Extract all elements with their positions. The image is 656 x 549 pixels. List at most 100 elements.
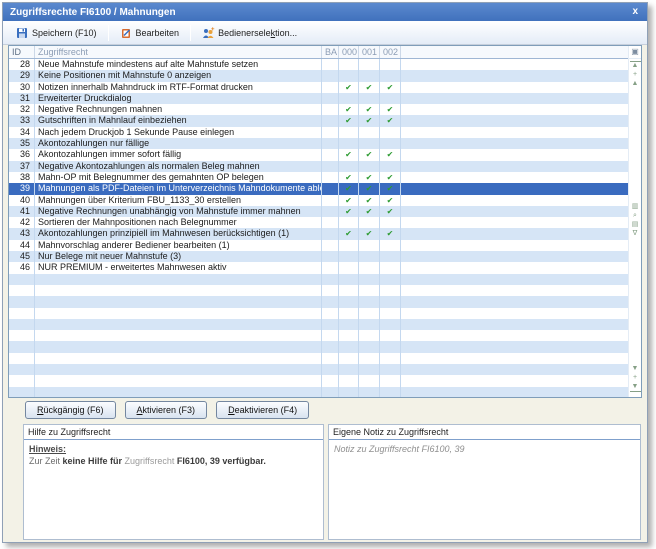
edit-button[interactable]: Bearbeiten <box>112 24 188 42</box>
check-cell-002 <box>380 330 401 341</box>
table-row[interactable]: 28Neue Mahnstufe mindestens auf alte Mah… <box>9 59 628 70</box>
save-button-label: Speichern (F10) <box>32 28 97 38</box>
table-row-empty[interactable] <box>9 375 628 386</box>
column-header-id[interactable]: ID <box>9 46 35 58</box>
check-cell-001 <box>359 353 380 364</box>
goto-current-row-icon[interactable]: + <box>630 374 641 382</box>
table-row[interactable]: 30Notizen innerhalb Mahndruck im RTF-For… <box>9 82 628 93</box>
note-input[interactable]: Notiz zu Zugriffsrecht FI6100, 39 <box>329 440 640 539</box>
table-row[interactable]: 42Sortieren der Mahnpositionen nach Bele… <box>9 217 628 228</box>
column-header-right[interactable]: Zugriffsrecht <box>35 46 322 58</box>
note-panel: Eigene Notiz zu Zugriffsrecht Notiz zu Z… <box>328 424 641 540</box>
save-button[interactable]: Speichern (F10) <box>8 24 105 42</box>
table-row-empty[interactable] <box>9 341 628 352</box>
check-cell-000: ✔ <box>339 172 359 183</box>
column-header-001[interactable]: 001 <box>359 46 380 58</box>
rights-table-header: ID Zugriffsrecht BA 000 001 002 <box>9 46 628 59</box>
row-label <box>35 353 322 364</box>
row-filler <box>401 70 628 81</box>
table-row[interactable]: 46NUR PREMIUM - erweitertes Mahnwesen ak… <box>9 262 628 273</box>
toolbar-separator <box>190 25 191 41</box>
table-row-empty[interactable] <box>9 364 628 375</box>
table-row-empty[interactable] <box>9 353 628 364</box>
check-cell-000: ✔ <box>339 115 359 126</box>
activate-button[interactable]: Aktivieren (F3) <box>125 401 208 419</box>
goto-current-row-icon[interactable]: + <box>630 71 641 79</box>
table-row[interactable]: 34Nach jedem Druckjob 1 Sekunde Pause ei… <box>9 127 628 138</box>
table-row[interactable]: 38Mahn-OP mit Belegnummer des gemahnten … <box>9 172 628 183</box>
table-row[interactable]: 43Akontozahlungen prinzipiell im Mahnwes… <box>9 228 628 239</box>
check-cell-ba <box>322 195 339 206</box>
table-row-empty[interactable] <box>9 308 628 319</box>
row-label: Mahnvorschlag anderer Bediener bearbeite… <box>35 240 322 251</box>
table-row[interactable]: 31Erweiterter Druckdialog <box>9 93 628 104</box>
check-cell-002 <box>380 127 401 138</box>
check-cell-000: ✔ <box>339 183 359 194</box>
table-row[interactable]: 37Negative Akontozahlungen als normalen … <box>9 161 628 172</box>
row-filler <box>401 195 628 206</box>
check-cell-ba <box>322 217 339 228</box>
check-cell-ba <box>322 251 339 262</box>
row-filler <box>401 262 628 273</box>
row-filler <box>401 387 628 397</box>
operator-selection-label: Bedienerselektion... <box>218 28 297 38</box>
check-cell-ba <box>322 161 339 172</box>
column-options-icon[interactable]: ▥ <box>630 203 641 211</box>
table-row[interactable]: 36Akontozahlungen immer sofort fällig✔✔✔ <box>9 149 628 160</box>
scroll-to-top-icon[interactable]: ▲ <box>630 61 641 70</box>
row-label: Mahn-OP mit Belegnummer des gemahnten OP… <box>35 172 322 183</box>
check-cell-002 <box>380 308 401 319</box>
table-row-empty[interactable] <box>9 274 628 285</box>
select-columns-icon[interactable]: ▣ <box>629 46 641 59</box>
row-filler <box>401 82 628 93</box>
check-cell-ba <box>322 172 339 183</box>
row-id: 34 <box>9 127 35 138</box>
table-row-empty[interactable] <box>9 330 628 341</box>
table-row-empty[interactable] <box>9 319 628 330</box>
check-cell-000 <box>339 285 359 296</box>
close-icon[interactable]: x <box>630 4 640 20</box>
check-cell-001 <box>359 262 380 273</box>
scroll-down-icon[interactable]: ▼ <box>630 365 641 373</box>
undo-button[interactable]: Rückgängig (F6) <box>25 401 116 419</box>
row-id: 40 <box>9 195 35 206</box>
column-header-ba[interactable]: BA <box>322 46 339 58</box>
filter-icon[interactable]: ∇ <box>630 230 641 238</box>
check-cell-001 <box>359 251 380 262</box>
column-header-002[interactable]: 002 <box>380 46 401 58</box>
column-header-000[interactable]: 000 <box>339 46 359 58</box>
notes-icon[interactable]: ▤ <box>630 221 641 229</box>
table-row[interactable]: 40Mahnungen über Kriterium FBU_1133_30 e… <box>9 195 628 206</box>
table-row[interactable]: 33Gutschriften in Mahnlauf einbeziehen✔✔… <box>9 115 628 126</box>
table-row[interactable]: 35Akontozahlungen nur fällige <box>9 138 628 149</box>
check-cell-000 <box>339 127 359 138</box>
check-cell-002: ✔ <box>380 195 401 206</box>
check-cell-002: ✔ <box>380 172 401 183</box>
check-cell-ba <box>322 149 339 160</box>
operator-selection-button[interactable]: + Bedienerselektion... <box>194 24 305 42</box>
scroll-to-bottom-icon[interactable]: ▼ <box>630 383 641 392</box>
row-label <box>35 330 322 341</box>
check-cell-002 <box>380 161 401 172</box>
check-cell-001: ✔ <box>359 183 380 194</box>
table-row[interactable]: 32Negative Rechnungen mahnen✔✔✔ <box>9 104 628 115</box>
check-cell-002 <box>380 240 401 251</box>
deactivate-button[interactable]: Deaktivieren (F4) <box>216 401 309 419</box>
row-label: Akontozahlungen prinzipiell im Mahnwesen… <box>35 228 322 239</box>
scroll-up-icon[interactable]: ▲ <box>630 80 641 88</box>
table-row-empty[interactable] <box>9 387 628 397</box>
table-row-empty[interactable] <box>9 296 628 307</box>
row-id: 45 <box>9 251 35 262</box>
check-cell-ba <box>322 341 339 352</box>
help-panel-title: Hilfe zu Zugriffsrecht <box>24 425 323 440</box>
help-panel: Hilfe zu Zugriffsrecht Hinweis: Zur Zeit… <box>23 424 324 540</box>
row-label: NUR PREMIUM - erweitertes Mahnwesen akti… <box>35 262 322 273</box>
search-icon[interactable]: ⌕ <box>630 212 641 220</box>
table-row[interactable]: 41Negative Rechnungen unabhängig von Mah… <box>9 206 628 217</box>
table-row[interactable]: 39Mahnungen als PDF-Dateien im Unterverz… <box>9 183 628 194</box>
check-cell-ba <box>322 70 339 81</box>
table-row[interactable]: 45Nur Belege mit neuer Mahnstufe (3) <box>9 251 628 262</box>
table-row[interactable]: 44Mahnvorschlag anderer Bediener bearbei… <box>9 240 628 251</box>
table-row[interactable]: 29Keine Positionen mit Mahnstufe 0 anzei… <box>9 70 628 81</box>
table-row-empty[interactable] <box>9 285 628 296</box>
